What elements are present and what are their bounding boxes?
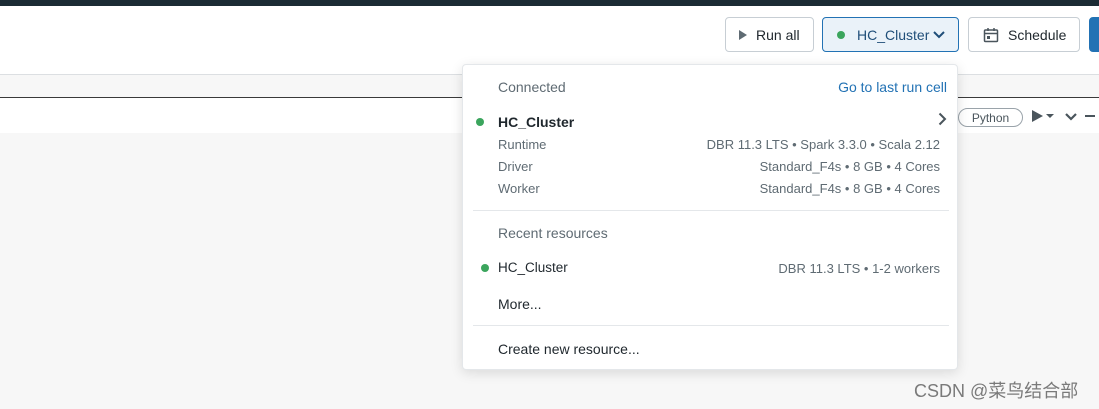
divider xyxy=(473,210,949,211)
calendar-icon xyxy=(983,27,999,42)
play-icon xyxy=(1032,110,1043,122)
driver-label: Driver xyxy=(498,159,533,174)
caret-down-icon xyxy=(1046,114,1054,118)
runtime-value: DBR 11.3 LTS • Spark 3.3.0 • Scala 2.12 xyxy=(706,137,940,152)
play-icon xyxy=(739,29,747,40)
schedule-label: Schedule xyxy=(1008,26,1067,43)
worker-value: Standard_F4s • 8 GB • 4 Cores xyxy=(759,181,940,196)
recent-resource-name: HC_Cluster xyxy=(498,260,568,275)
chevron-right-icon xyxy=(938,112,947,126)
run-cell-button[interactable] xyxy=(1032,110,1054,122)
run-all-label: Run all xyxy=(756,26,800,43)
minimize-icon[interactable] xyxy=(1085,115,1095,117)
recent-resources-heading: Recent resources xyxy=(498,225,608,241)
language-badge[interactable]: Python xyxy=(958,108,1023,127)
create-new-resource-item[interactable]: Create new resource... xyxy=(498,341,640,357)
share-button[interactable] xyxy=(1089,17,1099,52)
cluster-status-dot xyxy=(481,264,489,272)
driver-value: Standard_F4s • 8 GB • 4 Cores xyxy=(759,159,940,174)
chevron-down-icon xyxy=(933,30,946,38)
cluster-selector-button[interactable]: HC_Cluster xyxy=(822,17,959,52)
watermark-text: CSDN @菜鸟结合部 xyxy=(914,381,1079,401)
go-to-last-run-link[interactable]: Go to last run cell xyxy=(838,79,947,95)
cluster-status-dot xyxy=(837,30,845,39)
recent-resource-detail: DBR 11.3 LTS • 1-2 workers xyxy=(778,261,940,276)
cluster-dropdown-menu: Connected Go to last run cell HC_Cluster… xyxy=(462,64,958,370)
collapse-chevron-icon[interactable] xyxy=(1064,110,1078,124)
run-all-button[interactable]: Run all xyxy=(725,17,814,52)
more-resources-item[interactable]: More... xyxy=(498,296,542,312)
divider xyxy=(473,325,949,326)
cluster-status-dot xyxy=(476,118,484,126)
cluster-selector-label: HC_Cluster xyxy=(857,26,930,43)
runtime-label: Runtime xyxy=(498,137,547,152)
connected-cluster-name: HC_Cluster xyxy=(498,114,575,130)
schedule-button[interactable]: Schedule xyxy=(968,17,1080,52)
worker-label: Worker xyxy=(498,181,540,196)
connected-heading: Connected xyxy=(498,79,566,95)
